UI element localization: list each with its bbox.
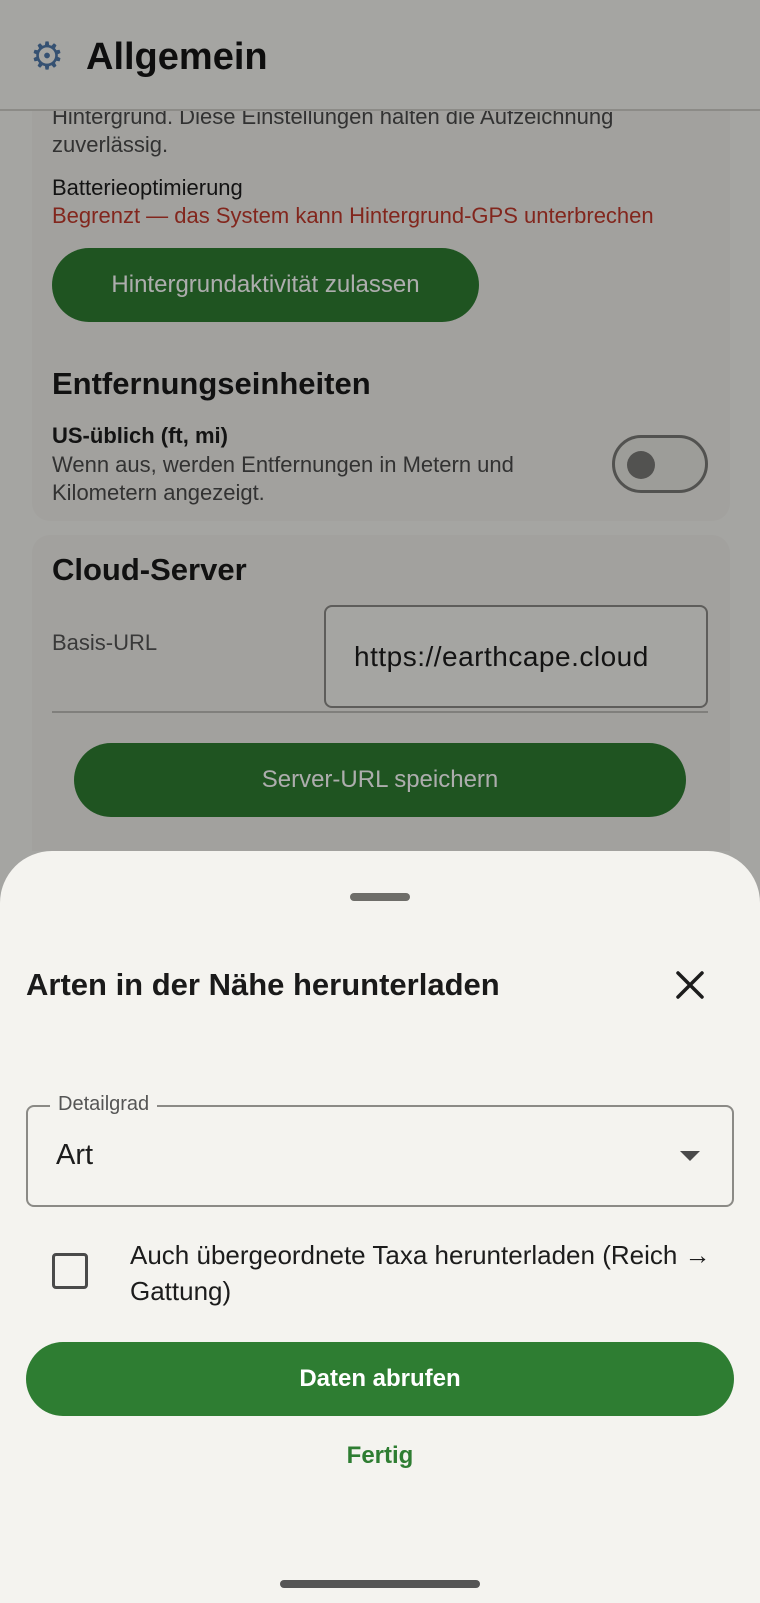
download-species-bottom-sheet: Arten in der Nähe herunterladen Detailgr… [0,851,760,1603]
higher-taxa-label[interactable]: Auch übergeordnete Taxa herunterladen (R… [130,1237,720,1309]
close-icon[interactable] [666,961,714,1009]
gesture-nav-bar[interactable] [280,1580,480,1588]
detail-level-value: Art [56,1139,94,1171]
fetch-data-button[interactable]: Daten abrufen [26,1342,734,1416]
higher-taxa-checkbox[interactable] [52,1253,88,1289]
detail-level-select[interactable]: Detailgrad Art [26,1093,734,1207]
detail-level-label: Detailgrad [50,1093,158,1116]
sheet-title: Arten in der Nähe herunterladen [26,967,500,1002]
done-button[interactable]: Fertig [280,1426,480,1486]
dropdown-arrow-icon [680,1151,700,1161]
drag-handle[interactable] [350,893,410,901]
